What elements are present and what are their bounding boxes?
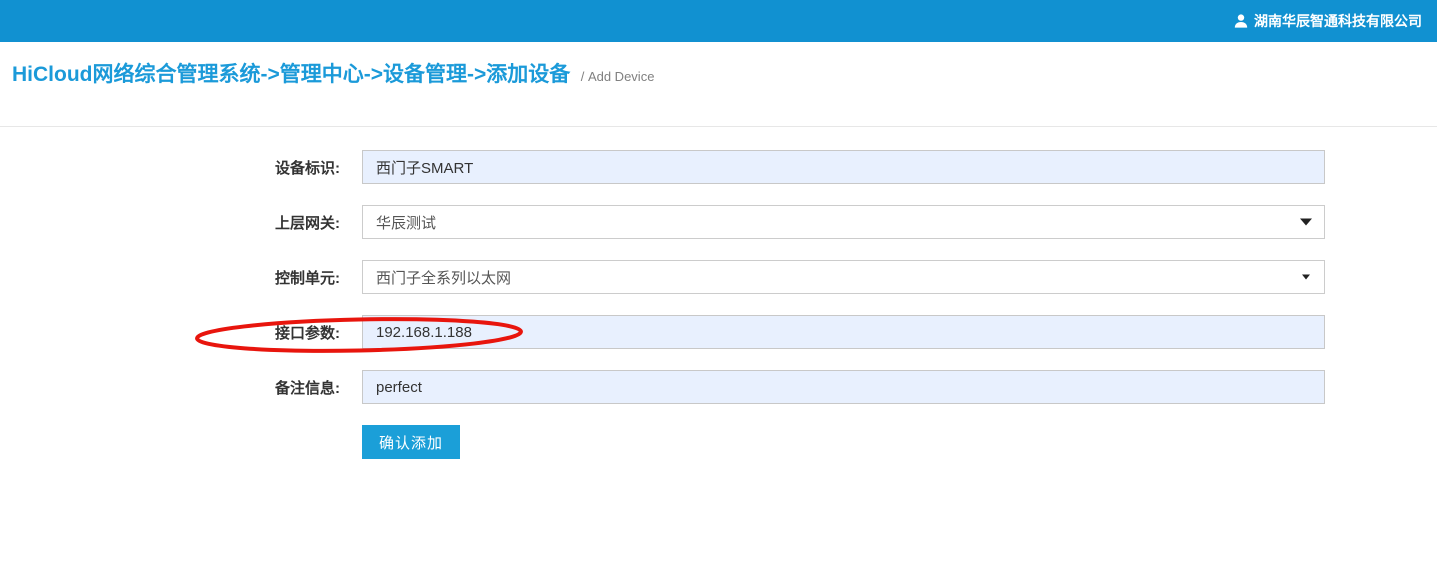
remarks-label: 备注信息:: [0, 377, 340, 398]
topbar: 湖南华辰智通科技有限公司: [0, 0, 1437, 42]
control-unit-selected-value: 西门子全系列以太网: [376, 267, 511, 288]
interface-params-field-wrap: [362, 315, 1325, 349]
gateway-selected-value: 华辰测试: [376, 212, 436, 233]
chevron-down-icon: [1302, 275, 1310, 280]
interface-params-label: 接口参数:: [0, 322, 340, 343]
form-row-interface-params: 接口参数:: [0, 315, 1437, 349]
gateway-label: 上层网关:: [0, 212, 340, 233]
remarks-input[interactable]: [362, 370, 1325, 404]
device-id-input[interactable]: [362, 150, 1325, 184]
remarks-field-wrap: [362, 370, 1325, 404]
control-unit-label: 控制单元:: [0, 267, 340, 288]
submit-row: 确认添加: [362, 425, 1437, 459]
company-name: 湖南华辰智通科技有限公司: [1254, 11, 1422, 31]
control-unit-field-wrap: 西门子全系列以太网: [362, 260, 1325, 294]
form-row-control-unit: 控制单元: 西门子全系列以太网: [0, 260, 1437, 294]
breadcrumb: HiCloud网络综合管理系统->管理中心->设备管理->添加设备 / Add …: [12, 58, 654, 88]
company-menu[interactable]: 湖南华辰智通科技有限公司: [1234, 11, 1422, 31]
form-row-gateway: 上层网关: 华辰测试: [0, 205, 1437, 239]
control-unit-select[interactable]: 西门子全系列以太网: [362, 260, 1325, 294]
header-divider: [0, 126, 1437, 127]
device-id-label: 设备标识:: [0, 157, 340, 178]
user-icon: [1234, 14, 1248, 28]
gateway-select[interactable]: 华辰测试: [362, 205, 1325, 239]
gateway-field-wrap: 华辰测试: [362, 205, 1325, 239]
device-id-field-wrap: [362, 150, 1325, 184]
page-title: HiCloud网络综合管理系统->管理中心->设备管理->添加设备: [12, 63, 570, 86]
add-device-form: 设备标识: 上层网关: 华辰测试 控制单元: 西门子全系列以太网 接口参数: 备: [0, 150, 1437, 459]
confirm-add-button[interactable]: 确认添加: [362, 425, 460, 459]
interface-params-input[interactable]: [362, 315, 1325, 349]
page-subtitle: / Add Device: [581, 69, 655, 84]
form-row-device-id: 设备标识:: [0, 150, 1437, 184]
chevron-down-icon: [1300, 219, 1312, 226]
form-row-remarks: 备注信息:: [0, 370, 1437, 404]
